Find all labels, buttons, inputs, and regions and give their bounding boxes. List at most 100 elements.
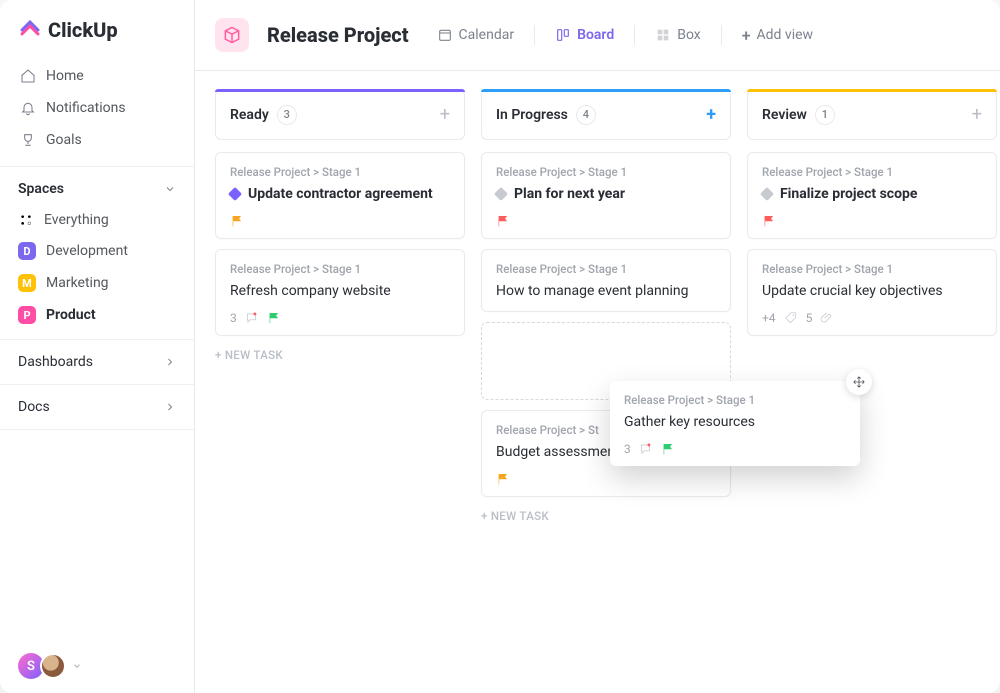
grid-icon	[18, 212, 34, 228]
breadcrumb: Release Project > Stage 1	[496, 262, 716, 276]
task-card[interactable]: Release Project > Stage 1 Update crucial…	[747, 249, 997, 336]
flag-icon	[496, 472, 510, 486]
divider	[534, 25, 535, 45]
card-title: How to manage event planning	[496, 282, 716, 301]
kanban-board[interactable]: Ready 3 + Release Project > Stage 1 Upda…	[195, 71, 1000, 693]
column-title: In Progress	[496, 107, 568, 123]
card-title-text: How to manage event planning	[496, 282, 688, 301]
view-box[interactable]: Box	[653, 23, 703, 47]
column-add-icon[interactable]: +	[972, 104, 982, 125]
card-meta	[496, 472, 716, 486]
brand-name: ClickUp	[48, 18, 118, 42]
breadcrumb: Release Project > Stage 1	[230, 165, 450, 179]
column-header[interactable]: Review 1 +	[747, 89, 997, 140]
primary-nav: Home Notifications Goals	[0, 56, 194, 160]
comment-icon	[245, 311, 259, 325]
calendar-icon	[437, 27, 453, 43]
divider	[634, 25, 635, 45]
sidebar-item-label: Development	[46, 243, 128, 259]
tag-icon	[784, 311, 798, 325]
card-title-text: Refresh company website	[230, 282, 391, 301]
comment-count: 3	[230, 311, 237, 325]
view-calendar[interactable]: Calendar	[435, 23, 517, 47]
attachment-count: 5	[806, 311, 813, 325]
card-meta: 3	[624, 442, 846, 456]
column-count: 4	[576, 105, 596, 125]
brand-logo[interactable]: ClickUp	[0, 0, 194, 56]
main-area: Release Project Calendar Board Box + Add…	[195, 0, 1000, 693]
view-board[interactable]: Board	[553, 23, 616, 47]
dragging-card[interactable]: Release Project > Stage 1 Gather key res…	[610, 381, 860, 466]
card-title-text: Plan for next year	[514, 185, 625, 204]
user-avatar-row[interactable]: S	[0, 639, 194, 693]
new-task-button[interactable]: + NEW TASK	[215, 348, 465, 362]
column-add-icon[interactable]: +	[706, 104, 716, 125]
card-meta: +4 5	[762, 311, 982, 325]
task-card[interactable]: Release Project > Stage 1 Finalize proje…	[747, 152, 997, 239]
sidebar-item-marketing[interactable]: M Marketing	[0, 267, 194, 299]
card-title-text: Finalize project scope	[780, 185, 917, 204]
task-card[interactable]: Release Project > Stage 1 How to manage …	[481, 249, 731, 312]
space-badge: D	[18, 242, 36, 260]
sidebar-item-label: Marketing	[46, 275, 109, 291]
plus-icon: +	[742, 26, 751, 45]
space-badge: P	[18, 306, 36, 324]
sidebar-bottom-nav: Dashboards Docs	[0, 339, 194, 430]
home-icon	[20, 68, 36, 84]
board-column-ready: Ready 3 + Release Project > Stage 1 Upda…	[215, 89, 465, 675]
sidebar-item-development[interactable]: D Development	[0, 235, 194, 267]
nav-home[interactable]: Home	[8, 60, 186, 92]
column-header[interactable]: Ready 3 +	[215, 89, 465, 140]
card-meta	[496, 214, 716, 228]
space-badge: M	[18, 274, 36, 292]
new-task-button[interactable]: + NEW TASK	[481, 509, 731, 523]
chevron-right-icon	[164, 356, 176, 368]
spaces-header[interactable]: Spaces	[0, 166, 194, 205]
card-title: Refresh company website	[230, 282, 450, 301]
comment-icon	[639, 442, 653, 456]
chevron-down-icon	[72, 661, 82, 671]
board-icon	[555, 27, 571, 43]
flag-icon	[267, 311, 281, 325]
box-icon	[655, 27, 671, 43]
view-label: Calendar	[459, 27, 515, 43]
card-meta: 3	[230, 311, 450, 325]
task-card[interactable]: Release Project > Stage 1 Plan for next …	[481, 152, 731, 239]
column-header[interactable]: In Progress 4 +	[481, 89, 731, 140]
column-count: 1	[815, 105, 835, 125]
cube-icon	[222, 25, 242, 45]
breadcrumb: Release Project > Stage 1	[762, 262, 982, 276]
sidebar-item-label: Product	[46, 307, 96, 323]
column-title: Ready	[230, 107, 269, 123]
divider	[721, 25, 722, 45]
card-title: Plan for next year	[496, 185, 716, 204]
sidebar-item-label: Everything	[44, 212, 109, 228]
task-card[interactable]: Release Project > Stage 1 Refresh compan…	[215, 249, 465, 336]
nav-notifications[interactable]: Notifications	[8, 92, 186, 124]
sidebar-item-everything[interactable]: Everything	[0, 205, 194, 235]
task-card[interactable]: Release Project > Stage 1 Update contrac…	[215, 152, 465, 239]
nav-label: Home	[46, 68, 84, 84]
nav-goals[interactable]: Goals	[8, 124, 186, 156]
tags-count: +4	[762, 311, 776, 325]
bell-icon	[20, 100, 36, 116]
sidebar-item-docs[interactable]: Docs	[0, 385, 194, 430]
move-icon	[846, 369, 872, 395]
card-title-text: Gather key resources	[624, 413, 755, 432]
column-count: 3	[277, 105, 297, 125]
flag-icon	[661, 442, 675, 456]
card-meta	[762, 214, 982, 228]
sidebar-item-product[interactable]: P Product	[0, 299, 194, 331]
nav-label: Goals	[46, 132, 82, 148]
priority-diamond-icon	[494, 187, 508, 201]
card-title: Update contractor agreement	[230, 185, 450, 204]
column-add-icon[interactable]: +	[440, 104, 450, 125]
card-title-text: Update crucial key objectives	[762, 282, 943, 301]
breadcrumb: Release Project > Stage 1	[762, 165, 982, 179]
sidebar-item-dashboards[interactable]: Dashboards	[0, 340, 194, 385]
flag-icon	[230, 214, 244, 228]
add-view-button[interactable]: + Add view	[740, 22, 815, 49]
sidebar-item-label: Docs	[18, 399, 50, 415]
clickup-logo-icon	[18, 18, 42, 42]
flag-icon	[496, 214, 510, 228]
